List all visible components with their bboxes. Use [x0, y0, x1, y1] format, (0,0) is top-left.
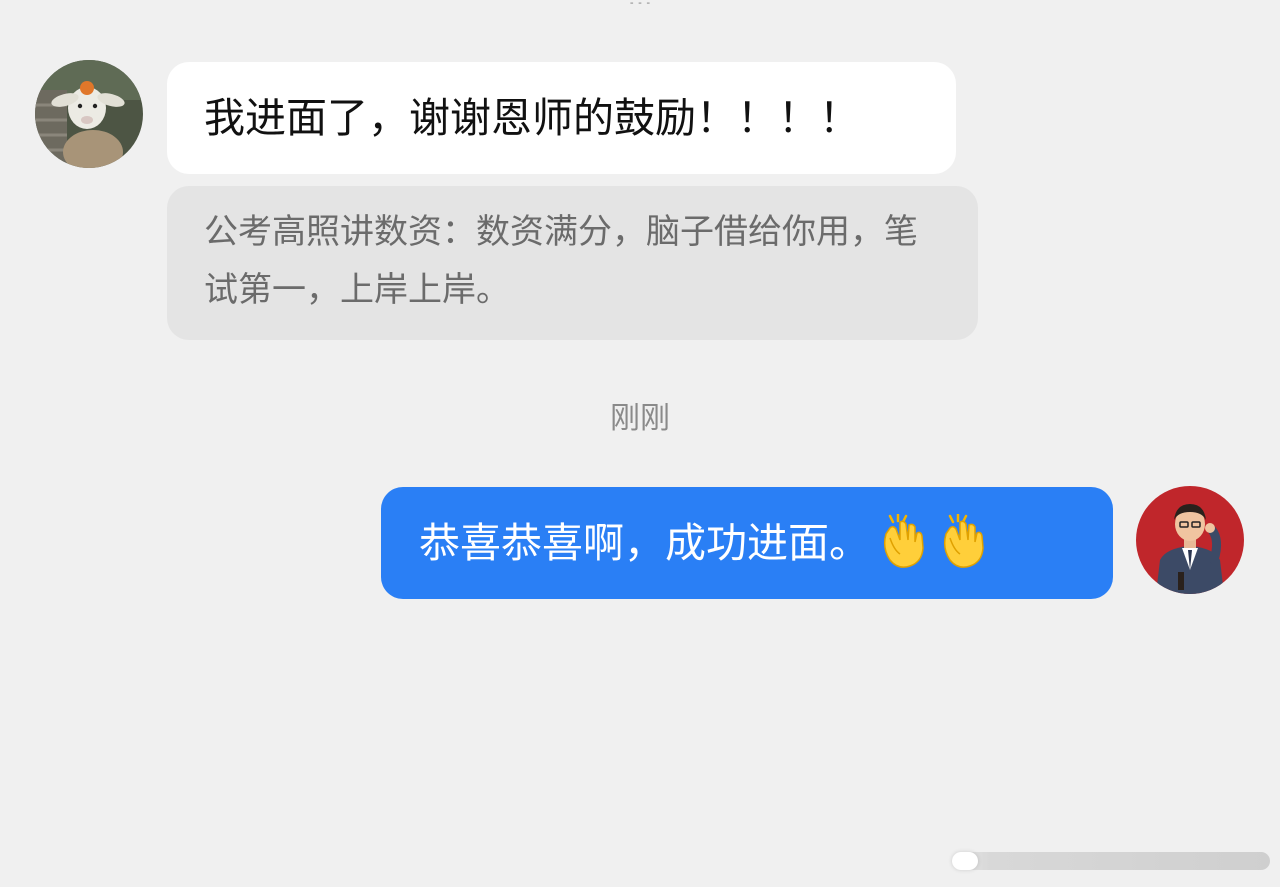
incoming-message-text: 我进面了，谢谢恩师的鼓励！！！！ [204, 94, 860, 142]
incoming-message-bubble[interactable]: 我进面了，谢谢恩师的鼓励！！！！ [167, 62, 956, 174]
clapping-hands-icon [936, 514, 990, 570]
horizontal-scrollbar[interactable] [952, 852, 1270, 870]
sender-avatar[interactable] [35, 60, 143, 168]
lamb-avatar-icon [35, 60, 143, 168]
quoted-message-text: 公考高照讲数资：数资满分，脑子借给你用，笔试第一，上岸上岸。 [204, 212, 918, 310]
message-timestamp: 刚刚 [610, 401, 670, 436]
outgoing-message-bubble[interactable]: 恭喜恭喜啊，成功进面。 [381, 487, 1113, 599]
man-in-suit-avatar-icon [1136, 486, 1244, 594]
clapping-hands-icon [876, 514, 930, 570]
quoted-message-bubble[interactable]: 公考高照讲数资：数资满分，脑子借给你用，笔试第一，上岸上岸。 [167, 186, 978, 340]
outgoing-message-text: 恭喜恭喜啊，成功进面。 [419, 519, 870, 567]
own-avatar[interactable] [1136, 486, 1244, 594]
scrollbar-thumb[interactable] [952, 852, 978, 870]
clipped-previous-timestamp: ··· [560, 0, 720, 4]
